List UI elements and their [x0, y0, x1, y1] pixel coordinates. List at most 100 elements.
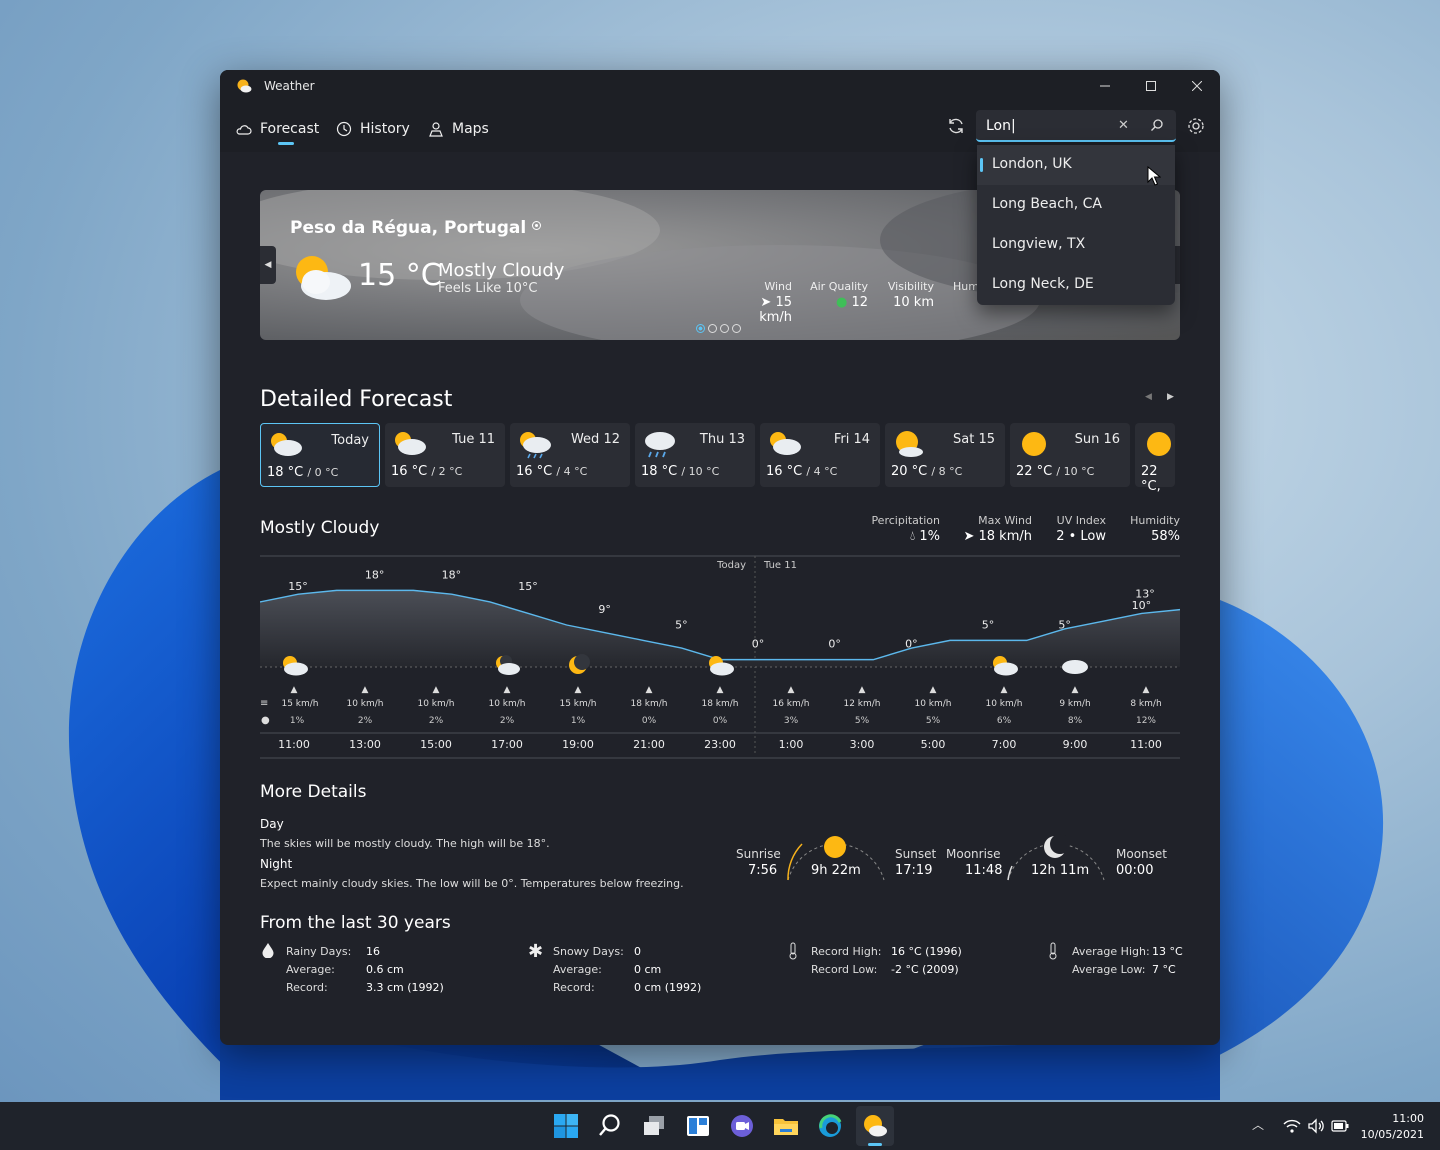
wind-arrow-icon: ➤	[760, 295, 776, 310]
minimize-button[interactable]	[1082, 70, 1128, 102]
time-label: 9:00	[1063, 738, 1088, 751]
day-card[interactable]: Thu 13 18 °C / 10 °C	[635, 423, 755, 487]
scroll-right-icon[interactable]: ▶	[1167, 392, 1174, 402]
title-bar[interactable]: Weather	[220, 70, 1220, 102]
search-icon[interactable]	[1150, 118, 1164, 132]
clear-icon[interactable]: ✕	[1118, 118, 1129, 133]
stat-value: 58%	[1151, 529, 1180, 544]
wifi-icon[interactable]	[1283, 1118, 1301, 1134]
weather-app-icon[interactable]	[861, 1112, 889, 1140]
wind-arrow-icon: ▲	[362, 685, 369, 695]
precip-legend-icon: ●	[261, 715, 270, 726]
precip-value: 3%	[784, 716, 799, 726]
suggestion-item[interactable]: London, UK	[977, 145, 1175, 185]
moonrise-label: Moonrise	[946, 847, 1001, 861]
temperature-label: 5°	[675, 618, 688, 631]
hourly-chart-svg: Today Tue 11 15° 18° 18° 15° 9° 5° 0° 0° 0° 5° 5° 10°…	[259, 555, 1181, 759]
day-low: / 4 °C	[806, 465, 838, 478]
wind-arrow-icon: ▲	[504, 685, 511, 695]
refresh-icon[interactable]	[946, 116, 966, 136]
wind-arrow-icon: ▲	[717, 685, 724, 695]
stat-label: Max Wind	[978, 514, 1032, 527]
tab-label: Maps	[452, 121, 489, 137]
day-icon	[1014, 429, 1054, 463]
scroll-left-icon[interactable]: ◀	[1145, 392, 1152, 402]
temperature-label: 13°	[1135, 588, 1155, 601]
app-title: Weather	[264, 79, 315, 93]
time-label: 23:00	[704, 738, 736, 751]
day-high: 22 °C	[1016, 464, 1057, 479]
sunrise-time: 7:56	[748, 863, 778, 878]
wind-value: 9 km/h	[1059, 699, 1090, 709]
day-card[interactable]: Wed 12 16 °C / 4 °C	[510, 423, 630, 487]
chevron-up-icon[interactable]: ︿	[1252, 1116, 1264, 1133]
active-app-indicator	[868, 1143, 882, 1146]
history-value: -2 °C (2009)	[891, 963, 959, 976]
taskbar: ︿ 11:00 10/05/2021	[0, 1102, 1440, 1150]
battery-icon[interactable]	[1331, 1120, 1349, 1132]
day-high: 18 °C	[267, 465, 308, 480]
wind-value: 15 km/h	[559, 699, 596, 709]
time-label: 13:00	[349, 738, 381, 751]
tab-label: History	[360, 121, 410, 137]
history-label: Record Low:	[811, 963, 878, 976]
wind-value: 8 km/h	[1130, 699, 1161, 709]
precip-value: 2%	[500, 716, 515, 726]
task-view-icon[interactable]	[640, 1112, 668, 1140]
page-dot[interactable]	[732, 324, 741, 333]
tab-maps[interactable]: Maps	[428, 116, 489, 142]
temperature-label: 18°	[442, 568, 462, 581]
clock[interactable]: 11:00 10/05/2021	[1361, 1111, 1424, 1143]
tab-history[interactable]: History	[336, 116, 410, 142]
suggestion-item[interactable]: Longview, TX	[977, 225, 1175, 265]
gear-icon[interactable]	[1186, 116, 1206, 136]
day-card[interactable]: Sun 16 22 °C / 10 °C	[1010, 423, 1130, 487]
night-label: Night	[260, 857, 293, 871]
search-icon[interactable]	[596, 1112, 624, 1140]
clock-time: 11:00	[1392, 1112, 1424, 1125]
history-icon	[336, 121, 352, 137]
day-name: Wed 12	[570, 432, 620, 447]
sun-arc	[787, 836, 885, 881]
suggestion-item[interactable]: Long Beach, CA	[977, 185, 1175, 225]
search-box[interactable]: ✕	[976, 110, 1176, 142]
day-temps: 22 °C,	[1141, 464, 1175, 494]
previous-location-button[interactable]: ◀	[260, 246, 276, 284]
search-input[interactable]	[986, 116, 1116, 136]
day-temps: 16 °C / 4 °C	[516, 464, 587, 479]
precip-value: 5%	[855, 716, 870, 726]
suggestion-label: London, UK	[992, 156, 1072, 172]
day-high: 20 °C	[891, 464, 932, 479]
start-icon[interactable]	[552, 1112, 580, 1140]
tab-forecast[interactable]: Forecast	[236, 116, 319, 142]
chat-icon[interactable]	[728, 1112, 756, 1140]
day-temps: 16 °C / 2 °C	[391, 464, 462, 479]
maximize-button[interactable]	[1128, 70, 1174, 102]
day-card[interactable]: 22 °C,	[1135, 423, 1175, 494]
widgets-icon[interactable]	[684, 1112, 712, 1140]
day-card[interactable]: Fri 14 16 °C / 4 °C	[760, 423, 880, 487]
time-label: 11:00	[1130, 738, 1162, 751]
suggestion-item[interactable]: Long Neck, DE	[977, 265, 1175, 305]
page-dot[interactable]	[696, 324, 705, 333]
day-high: 16 °C	[391, 464, 432, 479]
edge-icon[interactable]	[816, 1112, 844, 1140]
close-button[interactable]	[1174, 70, 1220, 102]
day-card[interactable]: Sat 15 20 °C / 8 °C	[885, 423, 1005, 487]
temperature-area	[260, 590, 1180, 667]
day-low: / 8 °C	[931, 465, 963, 478]
page-dot[interactable]	[720, 324, 729, 333]
day-card[interactable]: Tue 11 16 °C / 2 °C	[385, 423, 505, 487]
wind-value: 10 km/h	[914, 699, 951, 709]
day-card[interactable]: Today 18 °C / 0 °C	[260, 423, 380, 487]
history-label: Average High:	[1072, 945, 1150, 958]
mostly-sunny-icon	[896, 431, 923, 457]
wind-arrow-icon: ▲	[646, 685, 653, 695]
volume-icon[interactable]	[1307, 1118, 1325, 1134]
page-dot[interactable]	[708, 324, 717, 333]
moonlight-duration: 12h 11m	[1031, 863, 1090, 878]
file-explorer-icon[interactable]	[772, 1112, 800, 1140]
history-value: 16	[366, 945, 380, 958]
weather-app-icon	[237, 79, 252, 93]
stat-label: Visibility	[887, 280, 934, 293]
